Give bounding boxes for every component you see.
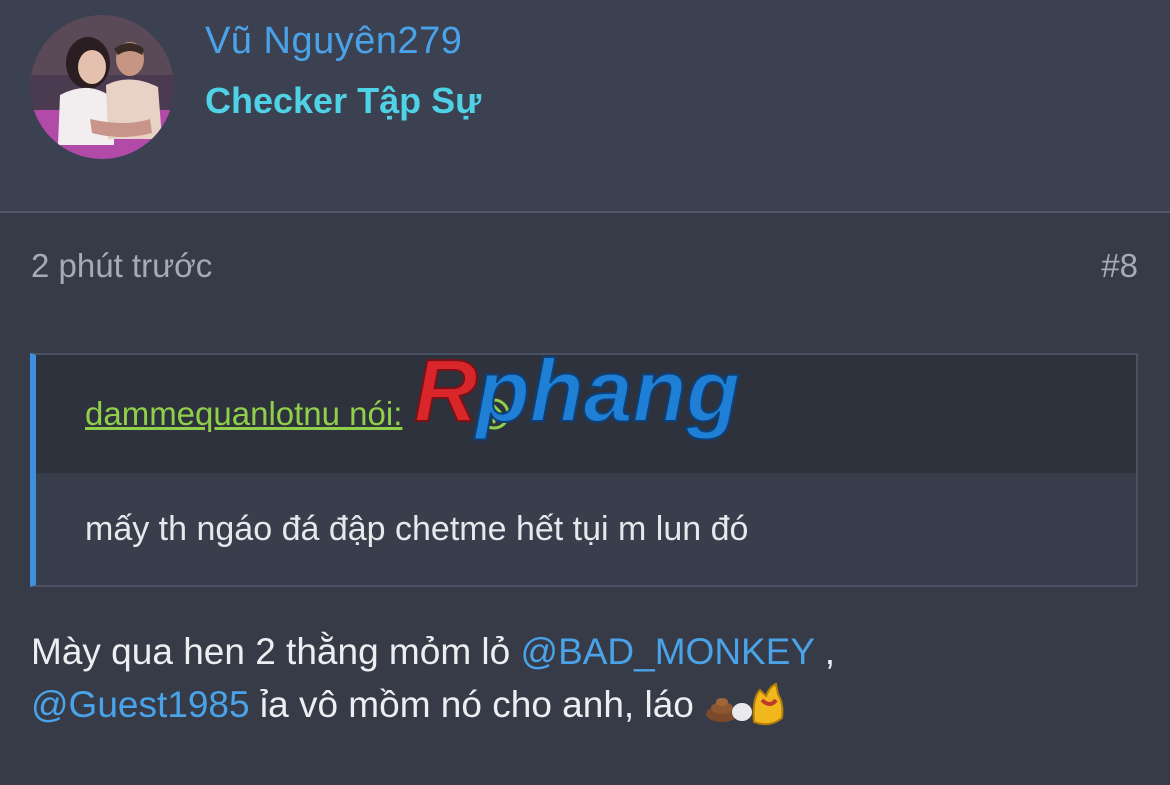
quote-header: dammequanlotnu nói: xyxy=(36,355,1136,473)
mention-guest1985[interactable]: @Guest1985 xyxy=(31,684,250,725)
post-user-header: Vũ Nguyên279 Checker Tập Sự xyxy=(0,0,1170,213)
post-timestamp[interactable]: 2 phút trước xyxy=(31,247,212,285)
mention-bad-monkey[interactable]: @BAD_MONKEY xyxy=(521,631,815,672)
arrow-up-circle-icon[interactable] xyxy=(477,397,511,431)
post-page: Vũ Nguyên279 Checker Tập Sự 2 phút trước… xyxy=(0,0,1170,785)
post-message: Mày qua hen 2 thằng mỏm lỏ @BAD_MONKEY ,… xyxy=(31,625,1141,731)
quote-block: dammequanlotnu nói: mấy th ngáo đá đập c… xyxy=(30,353,1138,587)
username-link[interactable]: Vũ Nguyên279 xyxy=(205,20,462,63)
quote-text: mấy th ngáo đá đập chetme hết tụi m lun … xyxy=(85,510,749,548)
message-text: , xyxy=(814,631,835,672)
quote-author-link[interactable]: dammequanlotnu nói: xyxy=(85,395,402,433)
avatar[interactable] xyxy=(30,15,174,159)
poop-and-money-bag-emoji-icon xyxy=(704,678,788,728)
post-number-link[interactable]: #8 xyxy=(1101,247,1138,285)
user-title: Checker Tập Sự xyxy=(205,80,482,121)
message-text: ỉa vô mồm nó cho anh, láo xyxy=(249,684,705,725)
message-text: Mày qua hen 2 thằng mỏm lỏ xyxy=(31,631,521,672)
